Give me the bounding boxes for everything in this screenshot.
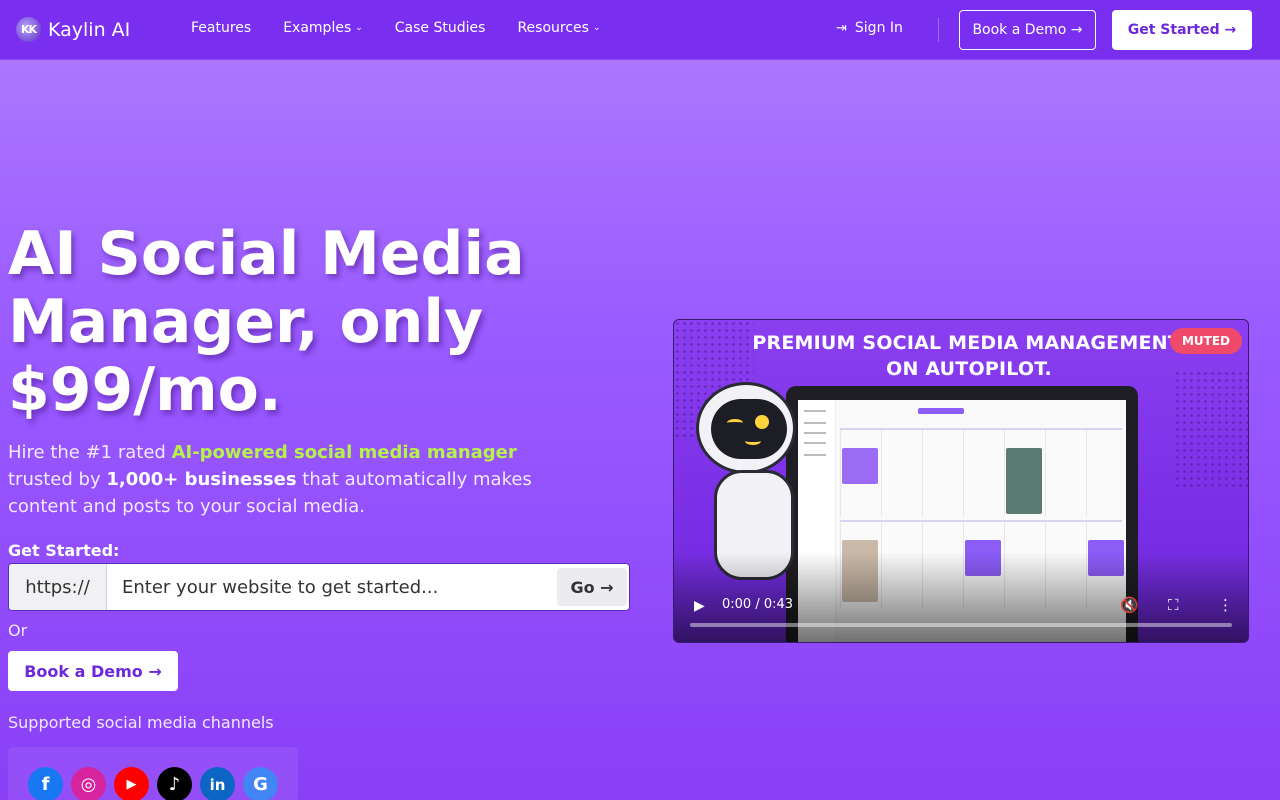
instagram-icon: ◎ [71,767,106,800]
go-button[interactable]: Go → [557,568,627,606]
hero-subtitle: Hire the #1 rated AI-powered social medi… [8,439,568,520]
nav-links: Features Examples ⌄ Case Studies Resource… [191,20,632,36]
nav-link-features[interactable]: Features [191,20,251,36]
robot-mascot [696,382,796,474]
website-url-input[interactable] [107,564,557,610]
linkedin-icon: in [200,767,235,800]
chevron-down-icon: ⌄ [592,23,601,33]
mute-icon[interactable]: 🔇 [1120,596,1139,614]
brand-logo[interactable]: KK Kaylin AI [16,17,130,42]
nav-link-label: Resources [517,20,589,36]
nav-link-examples[interactable]: Examples ⌄ [283,20,363,36]
nav-link-resources[interactable]: Resources ⌄ [517,20,600,36]
nav-link-label: Case Studies [394,20,486,36]
nav-divider [938,18,939,42]
website-url-form: https:// Go → [8,563,630,611]
video-progress-bar[interactable] [690,623,1232,627]
nav-link-label: Features [191,20,252,36]
subtitle-highlight: AI-powered social media manager [171,442,517,463]
chevron-down-icon: ⌄ [355,23,363,33]
fullscreen-icon[interactable]: ⛶ [1168,596,1179,614]
subtitle-text: trusted by [8,469,107,490]
top-nav: KK Kaylin AI Features Examples ⌄ Case Stu… [0,0,1280,60]
google-business-icon: G [243,767,278,800]
sign-in-link[interactable]: ⇥ Sign In [836,20,903,36]
muted-badge[interactable]: MUTED [1170,328,1242,354]
brand-name: Kaylin AI [48,18,131,41]
video-title: PREMIUM SOCIAL MEDIA MANAGEMENT, ON AUTO… [752,332,1186,380]
get-started-button[interactable]: Get Started → [1112,10,1252,50]
url-prefix: https:// [9,564,107,610]
more-options-icon[interactable]: ⋮ [1218,596,1233,614]
hero-headline: AI Social Media Manager, only $99/mo. [8,219,525,425]
nav-link-label: Examples [283,20,352,36]
sign-in-icon: ⇥ [836,20,847,36]
hero-book-demo-button[interactable]: Book a Demo → [8,651,178,691]
facebook-icon: f [28,767,63,800]
video-controls: ▶ 0:00 / 0:43 🔇 ⛶ ⋮ [674,552,1248,642]
subtitle-bold: 1,000+ businesses [106,469,297,490]
video-time: 0:00 / 0:43 [722,597,794,612]
supported-channels-label: Supported social media channels [8,713,274,732]
tiktok-icon: ♪ [157,767,192,800]
logo-icon: KK [16,17,41,42]
demo-video[interactable]: PREMIUM SOCIAL MEDIA MANAGEMENT, ON AUTO… [673,319,1249,643]
get-started-label: Get Started: [8,541,120,560]
channels-panel: f ◎ ▶ ♪ in G [8,747,298,800]
book-demo-button[interactable]: Book a Demo → [959,10,1096,50]
subtitle-text: Hire the #1 rated [8,442,172,463]
decorative-dots [1174,370,1248,490]
youtube-icon: ▶ [114,767,149,800]
nav-link-case-studies[interactable]: Case Studies [395,20,486,36]
play-icon[interactable]: ▶ [694,598,705,614]
sign-in-label: Sign In [854,20,903,36]
or-label: Or [8,621,28,640]
